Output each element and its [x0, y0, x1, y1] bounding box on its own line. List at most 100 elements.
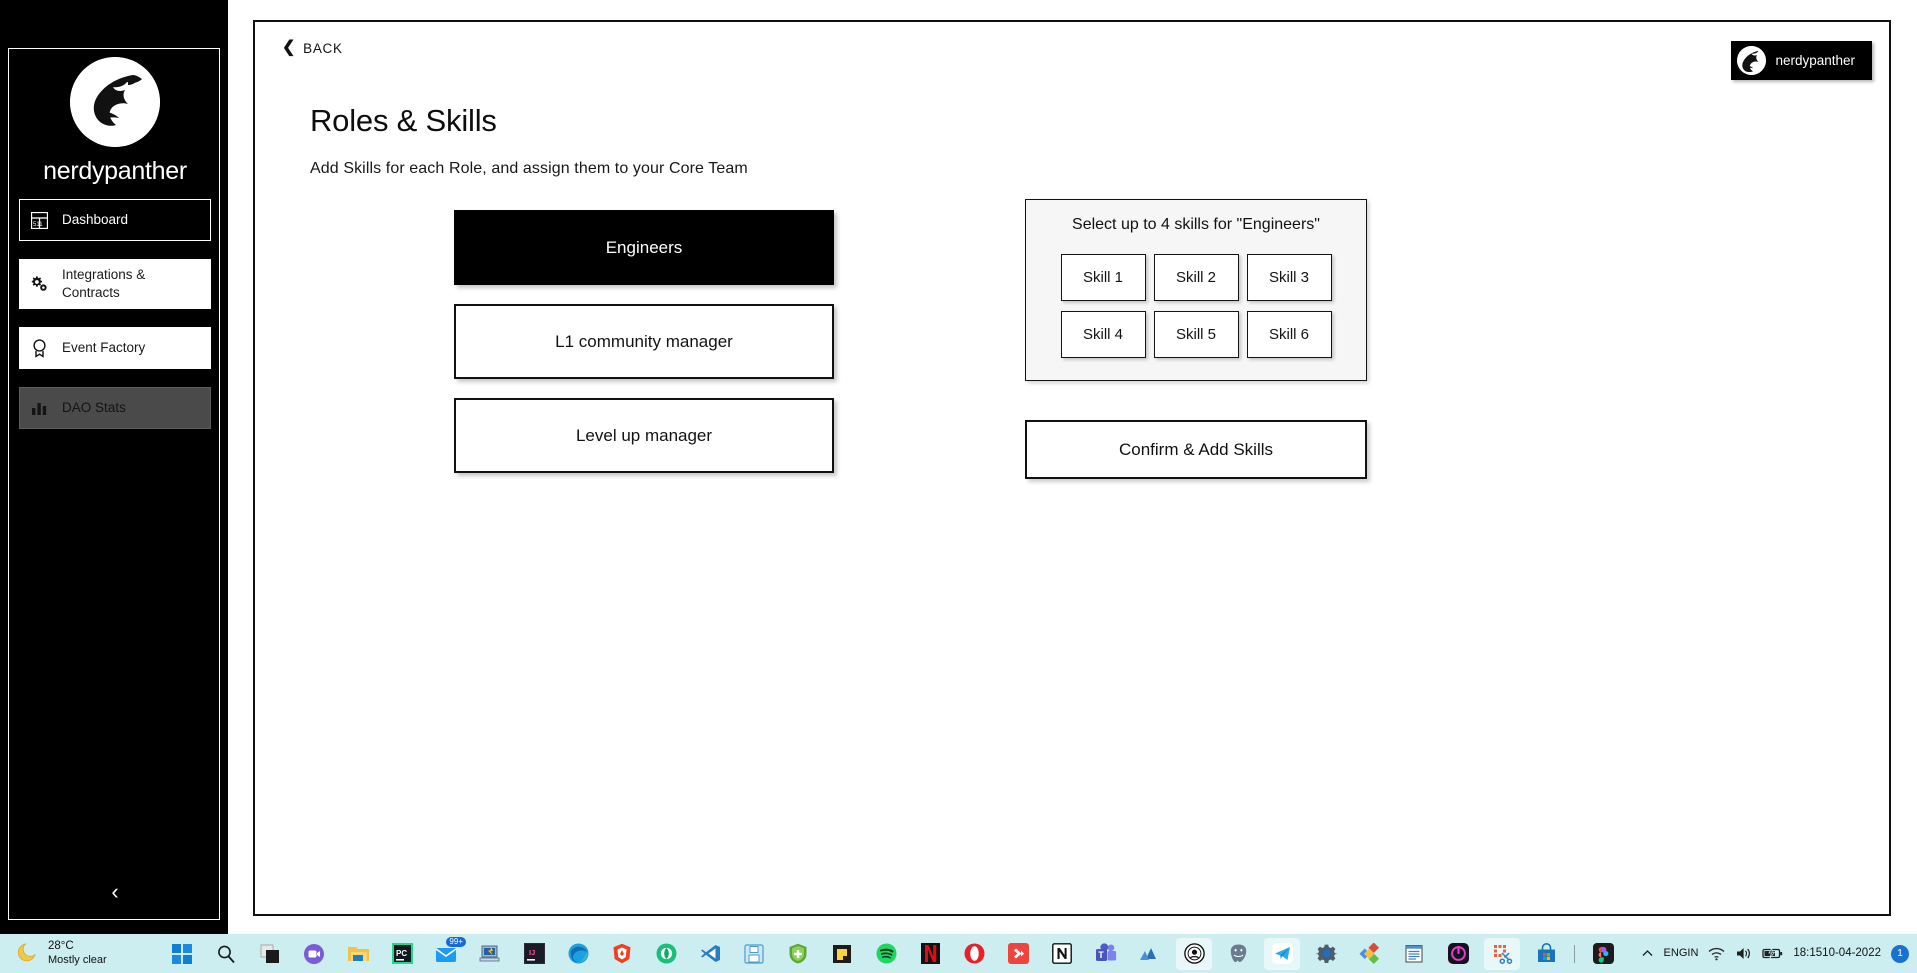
spotify-icon[interactable]: [868, 938, 904, 970]
dashboard-grid-icon: 511: [26, 211, 52, 229]
power-app-icon[interactable]: [1440, 938, 1476, 970]
panther-avatar-icon: [1737, 46, 1767, 75]
skill-button-2[interactable]: Skill 2: [1153, 254, 1239, 301]
chat-teams-icon[interactable]: [296, 938, 332, 970]
sidebar-panel: nerdypanther 511 Dashboard Integrations …: [8, 48, 220, 920]
start-windows-icon[interactable]: [164, 938, 200, 970]
save-app-icon[interactable]: [736, 938, 772, 970]
role-label: Level up manager: [575, 425, 713, 445]
sidebar-item-event-factory[interactable]: Event Factory: [19, 327, 211, 370]
notion-icon[interactable]: [1044, 938, 1080, 970]
weather-text: 28°C Mostly clear: [48, 939, 107, 967]
gears-icon: [26, 275, 52, 293]
opera-icon[interactable]: [956, 938, 992, 970]
taskbar-apps: PC 99+ IJ T: [160, 936, 1625, 970]
notepad-icon[interactable]: [1396, 938, 1432, 970]
role-label: Engineers: [605, 237, 683, 257]
sidebar-item-label: DAO Stats: [62, 400, 126, 416]
svg-text:PC: PC: [396, 949, 407, 958]
sidebar-nav: 511 Dashboard Integrations & Contracts E…: [9, 199, 221, 447]
user-badge-name: nerdypanther: [1775, 53, 1855, 68]
windows-taskbar: 28°C Mostly clear PC 99+ IJ T ENG IN 18:…: [0, 934, 1917, 973]
skill-button-1[interactable]: Skill 1: [1060, 254, 1146, 301]
moon-icon: [16, 939, 40, 968]
sidebar-item-dao-stats[interactable]: DAO Stats: [19, 387, 211, 430]
remote-desktop-icon[interactable]: [472, 938, 508, 970]
mail-unread-badge: 99+: [446, 936, 466, 947]
microsoft-edge-icon[interactable]: [560, 938, 596, 970]
chevron-left-icon: ‹: [111, 879, 119, 904]
task-view-icon[interactable]: [252, 938, 288, 970]
skills-panel: Select up to 4 skills for "Engineers" Sk…: [1025, 199, 1367, 381]
confirm-add-skills-button[interactable]: Confirm & Add Skills: [1025, 420, 1367, 479]
file-explorer-icon[interactable]: [340, 938, 376, 970]
microsoft-store-icon[interactable]: [1528, 938, 1564, 970]
mail-icon[interactable]: 99+: [428, 936, 466, 970]
skill-button-3[interactable]: Skill 3: [1246, 254, 1332, 301]
clock-date[interactable]: 18:15 10-04-2022: [1793, 946, 1881, 960]
netflix-icon[interactable]: [912, 938, 948, 970]
skill-button-6[interactable]: Skill 6: [1246, 311, 1332, 358]
sidebar-item-dashboard[interactable]: 511 Dashboard: [19, 199, 211, 241]
vs-code-icon[interactable]: [692, 938, 728, 970]
battery-charging-icon[interactable]: [1762, 947, 1783, 960]
svg-text:IJ: IJ: [529, 948, 535, 957]
language-bottom: IN: [1687, 946, 1699, 959]
award-badge-icon: [26, 339, 52, 358]
sidebar-item-label: Event Factory: [62, 340, 146, 356]
notification-badge[interactable]: 1: [1891, 944, 1909, 963]
coin-app-icon[interactable]: [1176, 937, 1212, 970]
brand-logo: [9, 57, 221, 147]
language-indicator[interactable]: ENG IN: [1664, 947, 1699, 960]
skill-button-4[interactable]: Skill 4: [1060, 311, 1146, 358]
opera-gx-icon[interactable]: [648, 938, 684, 970]
skill-label: Skill 4: [1082, 326, 1123, 343]
panther-logo-icon: [70, 57, 160, 147]
role-button-level-up-manager[interactable]: Level up manager: [454, 398, 834, 473]
shield-app-icon[interactable]: [780, 938, 816, 970]
back-button[interactable]: ❮ BACK: [282, 40, 343, 56]
skills-grid: Skill 1 Skill 2 Skill 3 Skill 4 Skill 5 …: [1026, 254, 1366, 358]
postgresql-icon[interactable]: [1220, 938, 1256, 970]
speaker-icon[interactable]: [1735, 946, 1752, 961]
brave-browser-icon[interactable]: [604, 938, 640, 970]
search-icon[interactable]: [208, 938, 244, 970]
svg-text:T: T: [1098, 950, 1104, 960]
weather-condition: Mostly clear: [48, 953, 107, 966]
skill-label: Skill 6: [1268, 326, 1309, 343]
skill-label: Skill 1: [1082, 269, 1123, 286]
back-button-label: BACK: [303, 40, 343, 56]
sidebar-item-integrations-contracts[interactable]: Integrations & Contracts: [19, 259, 211, 310]
sidebar-collapse-button[interactable]: ‹: [9, 875, 221, 909]
bar-chart-icon: [26, 400, 52, 416]
sticky-notes-icon[interactable]: [824, 938, 860, 970]
microsoft-teams-icon[interactable]: T: [1088, 938, 1124, 970]
skill-button-5[interactable]: Skill 5: [1153, 311, 1239, 358]
anydesk-icon[interactable]: [1000, 938, 1036, 970]
skill-label: Skill 3: [1268, 269, 1309, 286]
role-button-l1-community-manager[interactable]: L1 community manager: [454, 304, 834, 379]
role-label: L1 community manager: [555, 331, 733, 351]
sidebar-item-label: Dashboard: [62, 211, 129, 227]
sidebar-item-label: Integrations & Contracts: [62, 267, 146, 301]
chevron-up-icon[interactable]: [1641, 947, 1654, 960]
weather-temperature: 28°C: [48, 940, 74, 953]
confirm-button-label: Confirm & Add Skills: [1119, 439, 1273, 459]
intellij-idea-icon[interactable]: IJ: [516, 938, 552, 970]
user-badge[interactable]: nerdypanther: [1731, 41, 1872, 80]
figma-icon[interactable]: [1585, 938, 1621, 970]
taskbar-divider: [1574, 944, 1575, 963]
colors-app-icon[interactable]: [1352, 938, 1388, 970]
settings-gear-icon[interactable]: [1308, 938, 1344, 970]
skill-label: Skill 2: [1175, 269, 1216, 286]
wifi-icon[interactable]: [1708, 947, 1725, 961]
snipping-tool-icon[interactable]: [1484, 937, 1520, 970]
skill-label: Skill 5: [1175, 326, 1216, 343]
pycharm-icon[interactable]: PC: [384, 938, 420, 970]
svg-text:511: 511: [33, 222, 43, 228]
role-button-engineers[interactable]: Engineers: [454, 210, 834, 285]
language-top: ENG: [1663, 946, 1688, 959]
page-title: Roles & Skills: [310, 103, 497, 138]
triangle-app-icon[interactable]: [1132, 938, 1168, 970]
telegram-icon[interactable]: [1264, 937, 1300, 970]
